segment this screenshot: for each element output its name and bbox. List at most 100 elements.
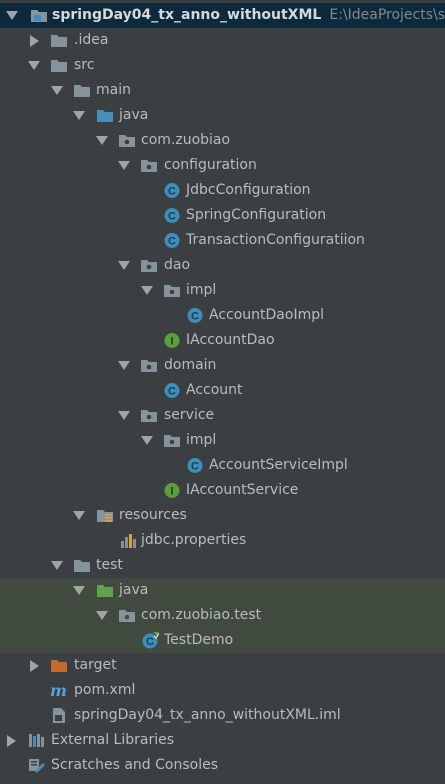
svg-text:C: C bbox=[191, 311, 199, 323]
svg-text:I: I bbox=[170, 486, 173, 498]
java-class-icon: C bbox=[163, 382, 181, 399]
svg-text:C: C bbox=[168, 186, 176, 198]
tree-row-project-root[interactable]: springDay04_tx_anno_withoutXML E:\IdeaPro… bbox=[0, 3, 445, 28]
tree-label: com.zuobiao.test bbox=[141, 607, 262, 623]
tree-row-class-transaction-configuration[interactable]: C TransactionConfiguratiion bbox=[0, 228, 445, 253]
package-icon bbox=[118, 607, 136, 624]
tree-row-src[interactable]: src bbox=[0, 53, 445, 78]
project-path: E:\IdeaProjects\sp bbox=[329, 7, 445, 23]
expand-arrow-icon[interactable] bbox=[6, 11, 18, 20]
java-class-icon: C bbox=[163, 232, 181, 249]
expand-arrow-icon[interactable] bbox=[118, 161, 130, 170]
expand-arrow-icon[interactable] bbox=[28, 61, 40, 70]
tree-row-main[interactable]: main bbox=[0, 78, 445, 103]
tree-row-package-dao-impl[interactable]: impl bbox=[0, 278, 445, 303]
expand-arrow-icon[interactable] bbox=[118, 361, 130, 370]
package-icon bbox=[140, 357, 158, 374]
tree-label: TransactionConfiguratiion bbox=[186, 232, 365, 248]
excluded-folder-icon bbox=[50, 657, 68, 674]
module-folder-icon bbox=[30, 7, 48, 24]
expand-arrow-icon[interactable] bbox=[51, 86, 63, 95]
tree-row-resources[interactable]: resources bbox=[0, 503, 445, 528]
tree-row-java-test-sources[interactable]: java bbox=[0, 578, 445, 603]
tree-label: TestDemo bbox=[164, 632, 234, 648]
project-name: springDay04_tx_anno_withoutXML bbox=[52, 7, 322, 23]
tree-row-package-service[interactable]: service bbox=[0, 403, 445, 428]
tree-row-class-spring-configuration[interactable]: C SpringConfiguration bbox=[0, 203, 445, 228]
expand-arrow-icon[interactable] bbox=[51, 561, 63, 570]
tree-row-scratches[interactable]: Scratches and Consoles bbox=[0, 753, 445, 778]
tree-row-interface-i-account-dao[interactable]: I IAccountDao bbox=[0, 328, 445, 353]
java-class-icon: C bbox=[186, 307, 204, 324]
tree-label: main bbox=[96, 82, 131, 98]
test-class-icon: C bbox=[141, 632, 160, 649]
java-interface-icon: I bbox=[163, 332, 181, 349]
tree-row-package-configuration[interactable]: configuration bbox=[0, 153, 445, 178]
tree-row-java-sources[interactable]: java bbox=[0, 103, 445, 128]
tree-label: impl bbox=[186, 282, 217, 298]
tree-row-external-libraries[interactable]: External Libraries bbox=[0, 728, 445, 753]
tree-label: jdbc.properties bbox=[141, 532, 247, 548]
tree-label: AccountServiceImpl bbox=[209, 457, 348, 473]
tree-row-class-test-demo[interactable]: C TestDemo bbox=[0, 628, 445, 653]
tree-row-idea[interactable]: .idea bbox=[0, 28, 445, 53]
expand-arrow-icon[interactable] bbox=[73, 111, 85, 120]
expand-arrow-icon[interactable] bbox=[96, 611, 108, 620]
expand-arrow-icon[interactable] bbox=[96, 136, 108, 145]
tree-label: pom.xml bbox=[74, 682, 136, 698]
expand-arrow-icon[interactable] bbox=[118, 411, 130, 420]
iml-file-icon bbox=[50, 707, 68, 724]
tree-label: dao bbox=[164, 257, 191, 273]
tree-row-interface-i-account-service[interactable]: I IAccountService bbox=[0, 478, 445, 503]
package-icon bbox=[163, 282, 181, 299]
svg-text:C: C bbox=[146, 636, 154, 648]
tree-row-class-account[interactable]: C Account bbox=[0, 378, 445, 403]
collapse-arrow-icon[interactable] bbox=[30, 660, 39, 672]
tree-label: java bbox=[119, 107, 149, 123]
svg-text:C: C bbox=[168, 236, 176, 248]
tree-row-package-com-zuobiao[interactable]: com.zuobiao bbox=[0, 128, 445, 153]
project-tree: springDay04_tx_anno_withoutXML E:\IdeaPro… bbox=[0, 0, 445, 784]
tree-row-class-account-service-impl[interactable]: C AccountServiceImpl bbox=[0, 453, 445, 478]
expand-arrow-icon[interactable] bbox=[141, 286, 153, 295]
tree-row-package-com-zuobiao-test[interactable]: com.zuobiao.test bbox=[0, 603, 445, 628]
folder-icon bbox=[50, 32, 68, 49]
tree-row-class-account-dao-impl[interactable]: C AccountDaoImpl bbox=[0, 303, 445, 328]
svg-text:I: I bbox=[170, 336, 173, 348]
expand-arrow-icon[interactable] bbox=[118, 261, 130, 270]
tree-row-class-jdbc-configuration[interactable]: C JdbcConfiguration bbox=[0, 178, 445, 203]
tree-row-test[interactable]: test bbox=[0, 553, 445, 578]
tree-row-file-iml[interactable]: springDay04_tx_anno_withoutXML.iml bbox=[0, 703, 445, 728]
tree-label: resources bbox=[119, 507, 187, 523]
tree-row-package-dao[interactable]: dao bbox=[0, 253, 445, 278]
tree-label: java bbox=[119, 582, 149, 598]
maven-icon: m bbox=[50, 681, 67, 700]
tree-row-target[interactable]: target bbox=[0, 653, 445, 678]
tree-row-package-domain[interactable]: domain bbox=[0, 353, 445, 378]
expand-arrow-icon[interactable] bbox=[73, 511, 85, 520]
source-folder-icon bbox=[96, 107, 114, 124]
package-icon bbox=[140, 157, 158, 174]
tree-label: IAccountDao bbox=[186, 332, 275, 348]
properties-file-icon bbox=[119, 532, 137, 549]
tree-label: AccountDaoImpl bbox=[209, 307, 324, 323]
tree-label: External Libraries bbox=[51, 732, 174, 748]
tree-row-package-service-impl[interactable]: impl bbox=[0, 428, 445, 453]
tree-label: domain bbox=[164, 357, 217, 373]
resources-folder-icon bbox=[96, 507, 114, 524]
package-icon bbox=[118, 132, 136, 149]
tree-label: configuration bbox=[164, 157, 257, 173]
tree-label: src bbox=[74, 57, 95, 73]
java-class-icon: C bbox=[163, 207, 181, 224]
svg-text:C: C bbox=[168, 386, 176, 398]
java-class-icon: C bbox=[163, 182, 181, 199]
collapse-arrow-icon[interactable] bbox=[7, 735, 16, 747]
expand-arrow-icon[interactable] bbox=[73, 586, 85, 595]
tree-row-file-jdbc-properties[interactable]: jdbc.properties bbox=[0, 528, 445, 553]
tree-label: service bbox=[164, 407, 215, 423]
tree-row-file-pom[interactable]: m pom.xml bbox=[0, 678, 445, 703]
folder-icon bbox=[73, 557, 91, 574]
tree-label: Scratches and Consoles bbox=[51, 757, 218, 773]
expand-arrow-icon[interactable] bbox=[141, 436, 153, 445]
collapse-arrow-icon[interactable] bbox=[30, 35, 39, 47]
